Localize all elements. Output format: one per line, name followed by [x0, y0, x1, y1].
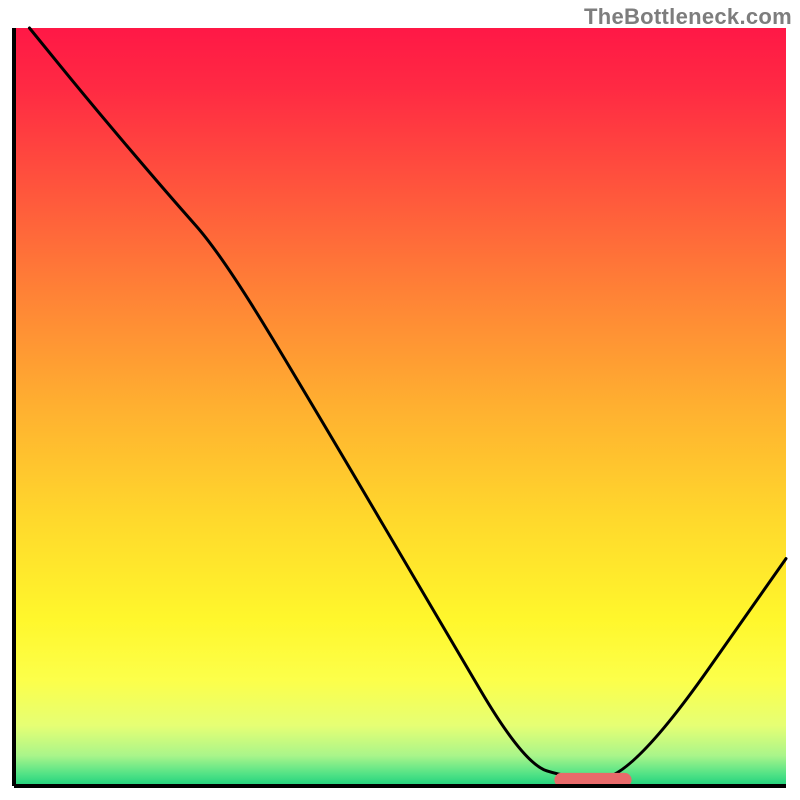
chart-background	[14, 28, 786, 786]
watermark-text: TheBottleneck.com	[584, 4, 792, 30]
chart-svg	[0, 0, 800, 800]
bottleneck-chart: TheBottleneck.com	[0, 0, 800, 800]
